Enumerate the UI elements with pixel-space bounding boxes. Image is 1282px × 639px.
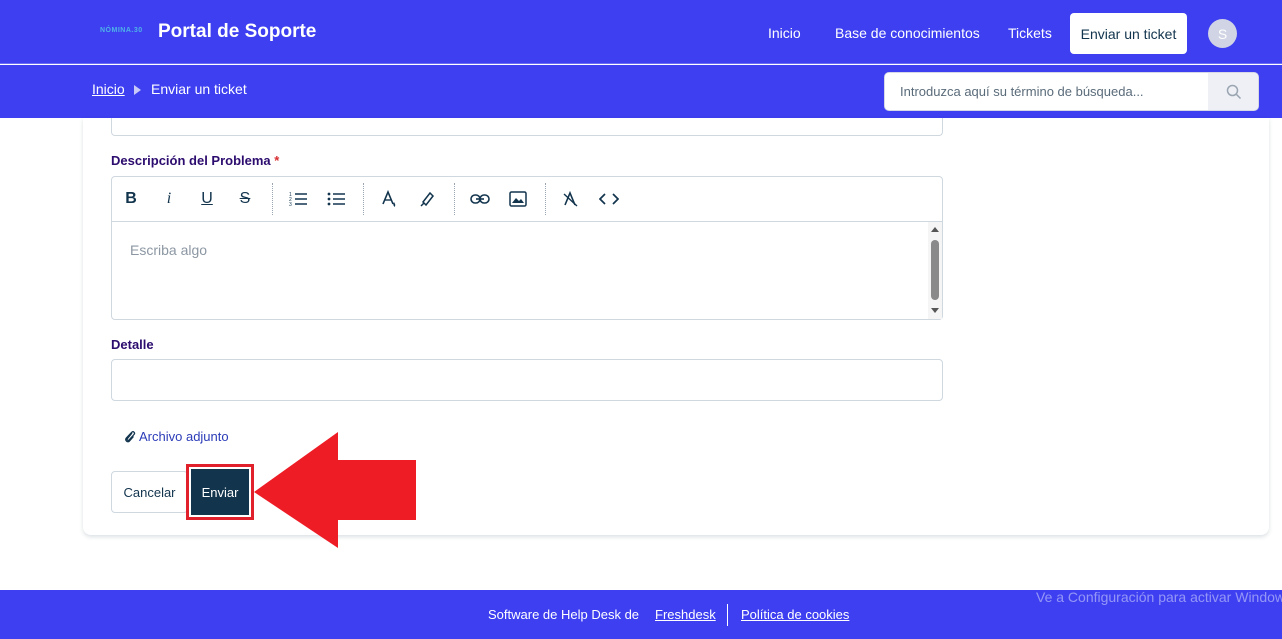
search-button[interactable] (1208, 73, 1258, 110)
windows-activation-watermark: Ve a Configuración para activar Windows (1036, 589, 1282, 605)
breadcrumb-home-link[interactable]: Inicio (92, 81, 125, 97)
breadcrumb-arrow-icon (134, 85, 141, 95)
code-svg (599, 193, 619, 205)
image-icon[interactable] (507, 188, 529, 210)
description-label: Descripción del Problema * (111, 153, 279, 168)
submit-button[interactable]: Enviar (191, 469, 249, 515)
italic-icon[interactable]: i (158, 188, 180, 210)
required-mark: * (274, 153, 280, 168)
company-logo[interactable]: NÓMINA.30 (100, 27, 143, 34)
breadcrumb-bar: Inicio Enviar un ticket (0, 65, 1282, 118)
highlight-svg (420, 191, 434, 207)
paperclip-icon (125, 430, 136, 442)
search-box (884, 72, 1259, 111)
breadcrumb-current: Enviar un ticket (151, 81, 247, 97)
highlight-icon[interactable] (416, 188, 438, 210)
toolbar-divider (363, 183, 364, 215)
nav-link-home[interactable]: Inicio (768, 25, 801, 41)
nav-link-tickets[interactable]: Tickets (1008, 25, 1052, 41)
top-navbar: NÓMINA.30 Portal de Soporte Inicio Base … (0, 0, 1282, 64)
svg-text:3: 3 (289, 202, 292, 207)
underline-icon[interactable]: U (196, 188, 218, 210)
search-icon (1226, 84, 1241, 99)
nav-link-knowledge-base[interactable]: Base de conocimientos (835, 25, 980, 41)
scrollbar-thumb[interactable] (931, 240, 939, 300)
link-icon[interactable] (469, 188, 491, 210)
scroll-down-arrow-icon[interactable] (931, 308, 939, 313)
code-icon[interactable] (598, 188, 620, 210)
description-editor: B i U S 123 Escriba algo (111, 176, 943, 320)
attachment-link[interactable]: Archivo adjunto (124, 429, 229, 444)
freshdesk-link[interactable]: Freshdesk (655, 607, 716, 622)
editor-content-area[interactable]: Escriba algo (112, 222, 930, 319)
clear-format-svg (563, 190, 578, 207)
search-input[interactable] (885, 73, 1208, 110)
user-avatar[interactable]: S (1208, 19, 1237, 48)
bold-icon[interactable]: B (120, 188, 142, 210)
cancel-button[interactable]: Cancelar (111, 471, 188, 513)
portal-title[interactable]: Portal de Soporte (158, 21, 316, 43)
scroll-up-arrow-icon[interactable] (931, 227, 939, 232)
submit-ticket-nav-button[interactable]: Enviar un ticket (1070, 13, 1187, 54)
footer-text: Software de Help Desk de (488, 607, 640, 622)
clear-format-icon[interactable] (560, 188, 582, 210)
image-svg (509, 191, 527, 207)
editor-toolbar: B i U S 123 (112, 177, 942, 222)
detail-input[interactable] (111, 359, 943, 401)
red-pointer-arrow-icon (254, 432, 416, 548)
detail-label: Detalle (111, 337, 154, 352)
description-label-text: Descripción del Problema (111, 153, 271, 168)
font-color-svg (382, 190, 396, 207)
strikethrough-icon[interactable]: S (234, 188, 256, 210)
editor-scrollbar[interactable] (928, 222, 942, 319)
attachment-label: Archivo adjunto (139, 429, 229, 444)
link-svg (470, 194, 490, 204)
cookie-policy-link[interactable]: Política de cookies (741, 607, 849, 622)
ordered-list-icon[interactable]: 123 (287, 188, 309, 210)
toolbar-divider (454, 183, 455, 215)
unordered-list-svg (327, 192, 345, 206)
ordered-list-svg: 123 (289, 192, 307, 207)
previous-field-input[interactable] (111, 118, 943, 136)
toolbar-divider (545, 183, 546, 215)
font-color-icon[interactable] (378, 188, 400, 210)
unordered-list-icon[interactable] (325, 188, 347, 210)
footer-divider (727, 604, 728, 626)
toolbar-divider (272, 183, 273, 215)
